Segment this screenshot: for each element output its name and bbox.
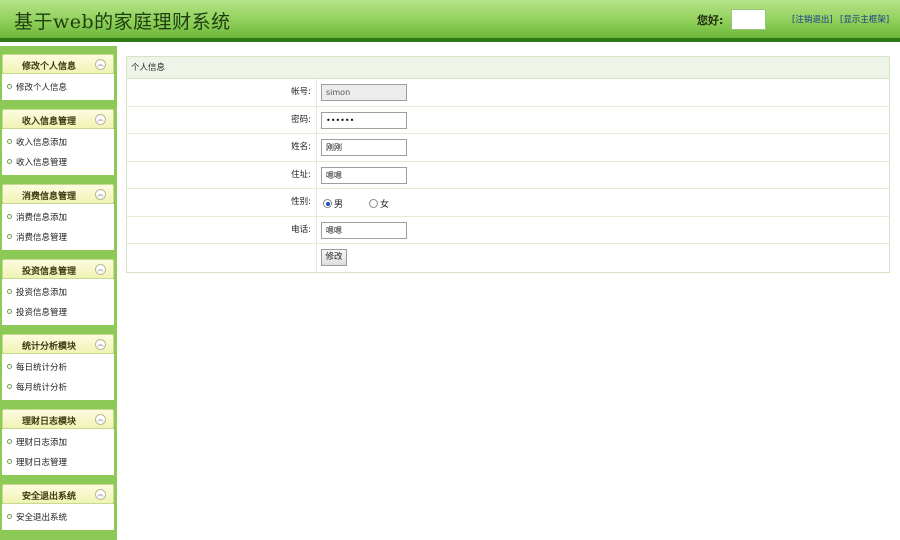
form-row-phone: 电话: xyxy=(127,216,889,244)
address-label: 住址: xyxy=(127,161,317,188)
sidebar-item-label: 投资信息管理 xyxy=(16,308,68,318)
sidebar-item-expense-add[interactable]: 消费信息添加 xyxy=(2,208,114,228)
menu-head-label: 修改个人信息 xyxy=(21,62,76,72)
sidebar-item-label: 消费信息管理 xyxy=(16,233,68,243)
gender-option-male[interactable]: 男 xyxy=(323,197,343,210)
account-field[interactable] xyxy=(321,84,407,101)
menu-head-label: 统计分析模块 xyxy=(21,342,76,352)
menu-head-statistics[interactable]: 统计分析模块 ︽ xyxy=(2,334,114,354)
phone-label: 电话: xyxy=(127,216,317,243)
sidebar-item-expense-manage[interactable]: 消费信息管理 xyxy=(2,228,114,248)
sidebar-item-journal-add[interactable]: 理财日志添加 xyxy=(2,433,114,453)
form-row-submit: 修改 xyxy=(127,244,889,272)
menu-head-label: 理财日志模块 xyxy=(21,417,76,427)
radio-female[interactable] xyxy=(369,199,378,208)
menu-group-exit: 安全退出系统 ︽ 安全退出系统 xyxy=(2,484,114,530)
bullet-icon xyxy=(7,84,12,89)
sidebar-item-label: 收入信息添加 xyxy=(16,138,68,148)
logout-link[interactable]: [注销退出] xyxy=(792,13,833,25)
collapse-icon[interactable]: ︽ xyxy=(95,414,106,425)
sidebar-item-safe-exit[interactable]: 安全退出系统 xyxy=(2,508,114,528)
app-title: 基于web的家庭理财系统 xyxy=(14,11,231,33)
gender-label: 性别: xyxy=(127,189,317,216)
menu-group-profile: 修改个人信息 ︽ 修改个人信息 xyxy=(2,54,114,100)
form-row-account: 帐号: xyxy=(127,79,889,107)
sidebar-item-investment-manage[interactable]: 投资信息管理 xyxy=(2,303,114,323)
menu-group-journal: 理财日志模块 ︽ 理财日志添加 理财日志管理 xyxy=(2,409,114,475)
sidebar-item-income-manage[interactable]: 收入信息管理 xyxy=(2,153,114,173)
collapse-icon[interactable]: ︽ xyxy=(95,189,106,200)
submit-button[interactable]: 修改 xyxy=(321,249,347,266)
bullet-icon xyxy=(7,384,12,389)
bullet-icon xyxy=(7,289,12,294)
menu-group-income: 收入信息管理 ︽ 收入信息添加 收入信息管理 xyxy=(2,109,114,175)
profile-panel: 个人信息 帐号: 密码: 姓名: 住址: 性别: 男 女 xyxy=(126,56,890,273)
sidebar-item-label: 收入信息管理 xyxy=(16,158,68,168)
sidebar-item-monthly-stats[interactable]: 每月统计分析 xyxy=(2,378,114,398)
bullet-icon xyxy=(7,214,12,219)
sidebar-item-label: 安全退出系统 xyxy=(16,513,68,523)
sidebar-item-label: 消费信息添加 xyxy=(16,213,68,223)
greeting-label: 您好: xyxy=(697,14,724,27)
collapse-icon[interactable]: ︽ xyxy=(95,339,106,350)
sidebar-item-daily-stats[interactable]: 每日统计分析 xyxy=(2,358,114,378)
sidebar-item-edit-profile[interactable]: 修改个人信息 xyxy=(2,78,114,98)
password-field[interactable] xyxy=(321,111,407,129)
sidebar-item-label: 每日统计分析 xyxy=(16,363,68,373)
panel-title: 个人信息 xyxy=(127,57,889,79)
password-label: 密码: xyxy=(127,106,317,133)
sidebar-item-label: 理财日志添加 xyxy=(16,438,68,448)
phone-field[interactable] xyxy=(321,221,407,239)
menu-head-label: 安全退出系统 xyxy=(21,492,76,502)
bullet-icon xyxy=(7,459,12,464)
menu-head-label: 消费信息管理 xyxy=(21,192,76,202)
sidebar-item-label: 修改个人信息 xyxy=(16,83,68,93)
sidebar-item-journal-manage[interactable]: 理财日志管理 xyxy=(2,453,114,473)
address-field[interactable] xyxy=(321,166,407,184)
top-header: 基于web的家庭理财系统 您好: [注销退出] [显示主框架] xyxy=(0,0,900,42)
sidebar: 修改个人信息 ︽ 修改个人信息 收入信息管理 ︽ 收入信息添加 收入信息管理 消… xyxy=(0,46,117,540)
form-row-address: 住址: xyxy=(127,161,889,189)
menu-head-expense[interactable]: 消费信息管理 ︽ xyxy=(2,184,114,204)
sidebar-item-income-add[interactable]: 收入信息添加 xyxy=(2,133,114,153)
gender-option-female[interactable]: 女 xyxy=(369,197,389,210)
menu-group-investment: 投资信息管理 ︽ 投资信息添加 投资信息管理 xyxy=(2,259,114,325)
menu-head-label: 投资信息管理 xyxy=(21,267,76,277)
menu-head-label: 收入信息管理 xyxy=(21,117,76,127)
bullet-icon xyxy=(7,139,12,144)
bullet-icon xyxy=(7,439,12,444)
bullet-icon xyxy=(7,309,12,314)
bullet-icon xyxy=(7,364,12,369)
show-main-frame-link[interactable]: [显示主框架] xyxy=(840,13,889,25)
bullet-icon xyxy=(7,234,12,239)
menu-head-exit[interactable]: 安全退出系统 ︽ xyxy=(2,484,114,504)
gender-male-label: 男 xyxy=(334,200,344,210)
menu-group-expense: 消费信息管理 ︽ 消费信息添加 消费信息管理 xyxy=(2,184,114,250)
form-row-gender: 性别: 男 女 xyxy=(127,189,889,217)
account-label: 帐号: xyxy=(127,79,317,106)
form-row-password: 密码: xyxy=(127,106,889,134)
menu-head-profile[interactable]: 修改个人信息 ︽ xyxy=(2,54,114,74)
sidebar-item-investment-add[interactable]: 投资信息添加 xyxy=(2,283,114,303)
sidebar-item-label: 每月统计分析 xyxy=(16,383,68,393)
gender-female-label: 女 xyxy=(380,200,390,210)
sidebar-item-label: 理财日志管理 xyxy=(16,458,68,468)
menu-group-statistics: 统计分析模块 ︽ 每日统计分析 每月统计分析 xyxy=(2,334,114,400)
menu-head-journal[interactable]: 理财日志模块 ︽ xyxy=(2,409,114,429)
sidebar-item-label: 投资信息添加 xyxy=(16,288,68,298)
collapse-icon[interactable]: ︽ xyxy=(95,489,106,500)
collapse-icon[interactable]: ︽ xyxy=(95,114,106,125)
form-row-name: 姓名: xyxy=(127,134,889,162)
menu-head-investment[interactable]: 投资信息管理 ︽ xyxy=(2,259,114,279)
collapse-icon[interactable]: ︽ xyxy=(95,59,106,70)
username-box xyxy=(731,9,766,30)
menu-head-income[interactable]: 收入信息管理 ︽ xyxy=(2,109,114,129)
name-label: 姓名: xyxy=(127,134,317,161)
collapse-icon[interactable]: ︽ xyxy=(95,264,106,275)
radio-male[interactable] xyxy=(323,199,332,208)
name-field[interactable] xyxy=(321,139,407,156)
bullet-icon xyxy=(7,159,12,164)
bullet-icon xyxy=(7,514,12,519)
